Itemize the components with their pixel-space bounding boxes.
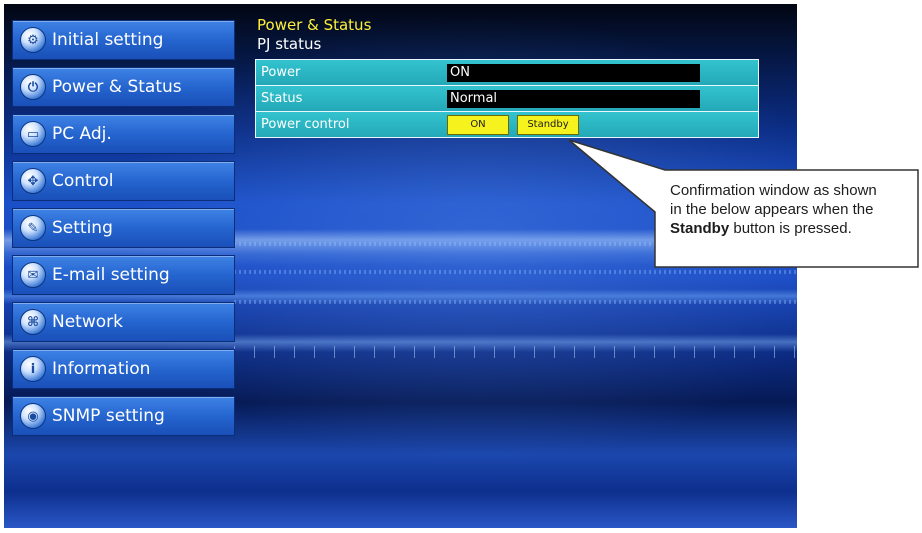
callout-line-3-rest: button is pressed. — [729, 220, 852, 237]
callout-line-3: Standby button is pressed. — [670, 219, 910, 238]
callout-bold-word: Standby — [670, 220, 730, 237]
callout-line-1: Confirmation window as shown — [670, 182, 877, 199]
callout-balloon — [568, 139, 919, 268]
callout-text: Confirmation window as shown in the belo… — [670, 181, 910, 238]
callout-line-2: in the below appears when the — [670, 201, 874, 218]
